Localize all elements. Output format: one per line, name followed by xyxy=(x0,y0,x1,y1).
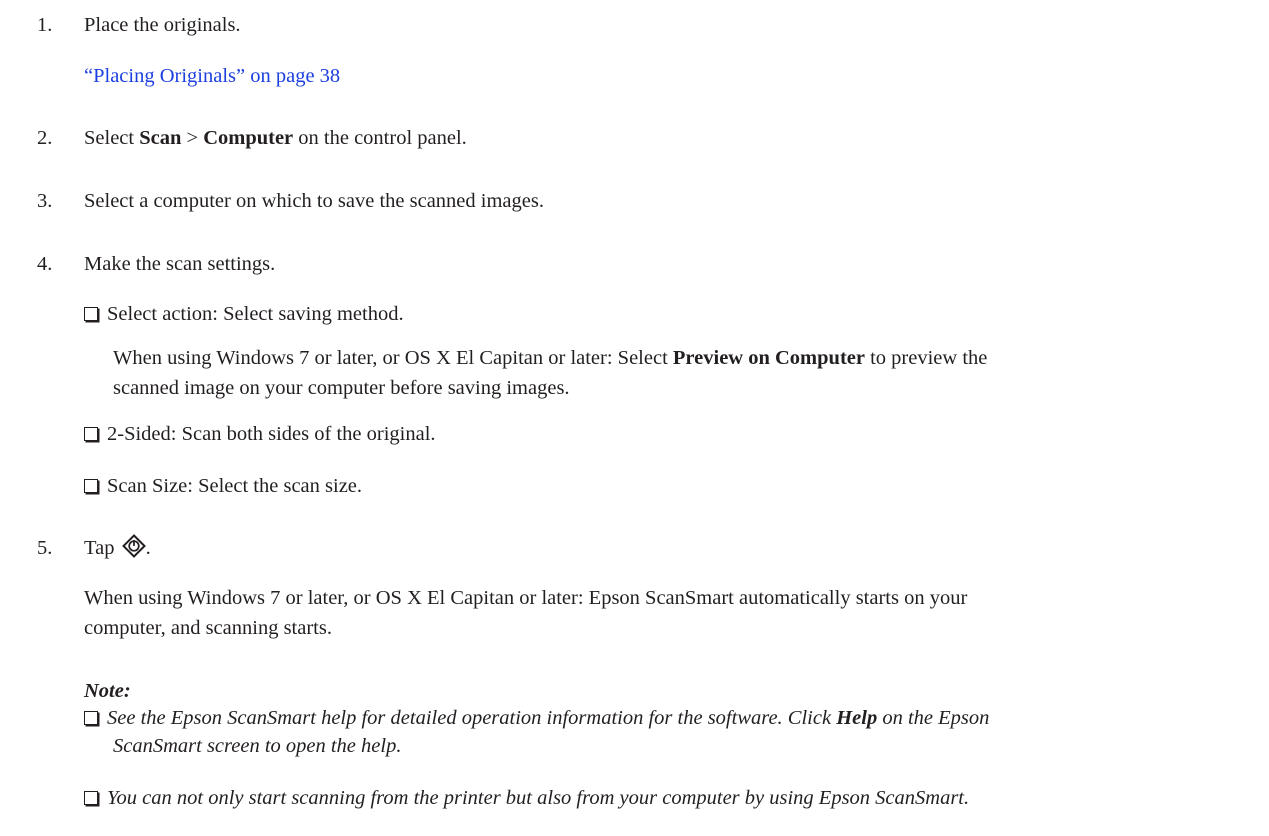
checkbox-bullet-icon xyxy=(84,791,98,805)
note-heading: Note: xyxy=(84,680,131,702)
note-item-1: See the Epson ScanSmart help for detaile… xyxy=(84,703,1264,733)
checkbox-bullet-icon xyxy=(84,307,98,321)
step-text: Place the originals. xyxy=(84,14,241,36)
note-item-1-cont: ScanSmart screen to open the help. xyxy=(113,735,402,757)
step-number: 1. xyxy=(37,14,53,36)
step-text: Make the scan settings. xyxy=(84,253,276,275)
note-item-2: You can not only start scanning from the… xyxy=(84,783,1264,813)
step-number: 3. xyxy=(37,190,53,212)
setting-text: 2-Sided: Scan both sides of the original… xyxy=(107,423,436,445)
select-action-detail: When using Windows 7 or later, or OS X E… xyxy=(113,347,988,399)
start-diamond-icon xyxy=(121,534,146,558)
step-number: 5. xyxy=(37,537,53,559)
step-text: Select a computer on which to save the s… xyxy=(84,190,544,212)
placing-originals-link-row: “Placing Originals” on page 38 xyxy=(84,61,1234,91)
step-number: 4. xyxy=(37,253,53,275)
step5-detail: When using Windows 7 or later, or OS X E… xyxy=(84,587,968,639)
checkbox-bullet-icon xyxy=(84,479,98,493)
setting-text: Scan Size: Select the scan size. xyxy=(107,475,363,497)
step-number: 2. xyxy=(37,127,53,149)
checkbox-bullet-icon xyxy=(84,427,98,441)
setting-two-sided: 2-Sided: Scan both sides of the original… xyxy=(84,419,1244,449)
placing-originals-link[interactable]: “Placing Originals” on page 38 xyxy=(84,65,340,87)
checkbox-bullet-icon xyxy=(84,711,98,725)
step-text: Tap . xyxy=(84,533,151,563)
setting-select-action: Select action: Select saving method. xyxy=(84,299,1244,329)
setting-scan-size: Scan Size: Select the scan size. xyxy=(84,471,1244,501)
setting-text: Select action: Select saving method. xyxy=(107,303,404,325)
step-text: Select Scan > Computer on the control pa… xyxy=(84,127,467,149)
